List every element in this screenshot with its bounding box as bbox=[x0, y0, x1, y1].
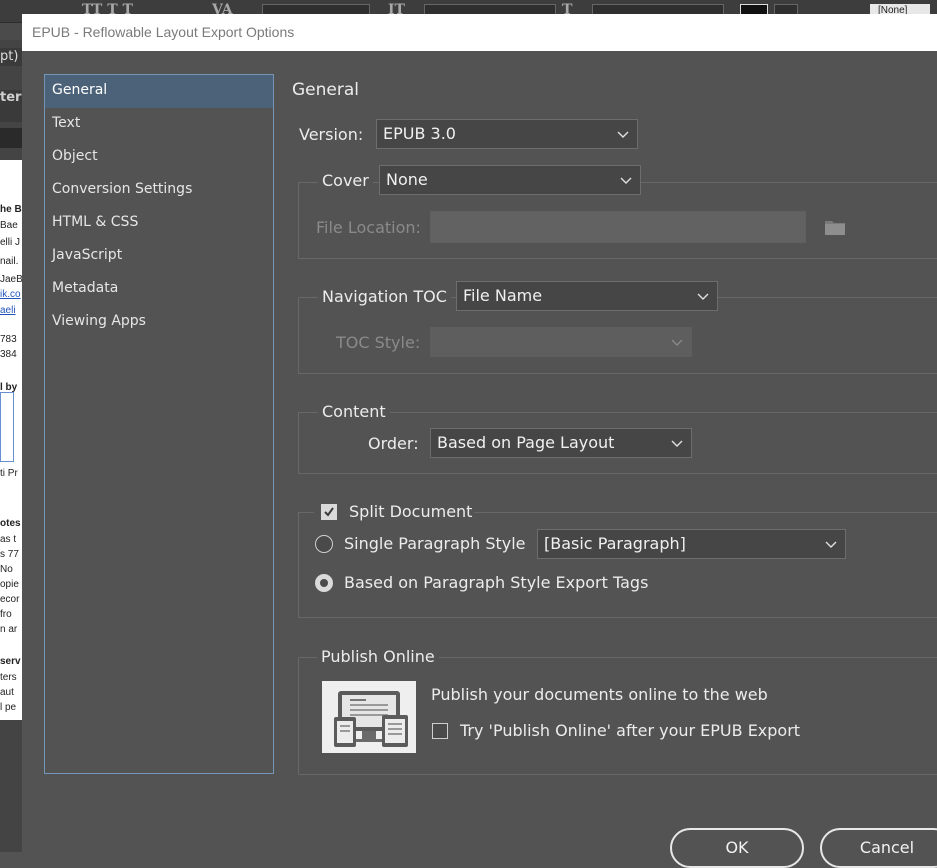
paragraph-style-dropdown[interactable]: [Basic Paragraph] bbox=[537, 529, 846, 559]
doc-image-frame bbox=[0, 392, 14, 462]
doc-text: n ar bbox=[0, 624, 18, 635]
single-paragraph-label: Single Paragraph Style bbox=[344, 534, 526, 553]
cancel-button[interactable]: Cancel bbox=[820, 828, 937, 868]
navigation-toc-label: Navigation TOC bbox=[318, 287, 451, 307]
dialog-title: EPUB - Reflowable Layout Export Options bbox=[32, 24, 295, 40]
chevron-down-icon bbox=[697, 290, 709, 302]
file-location-label: File Location: bbox=[316, 218, 421, 237]
navigation-toc-dropdown[interactable]: File Name bbox=[456, 281, 718, 311]
paragraph-style-value: [Basic Paragraph] bbox=[544, 534, 686, 553]
publish-devices-icon bbox=[322, 681, 416, 753]
doc-text: JaeB bbox=[0, 274, 22, 285]
doc-text: ecor bbox=[0, 594, 20, 605]
category-list: General Text Object Conversion Settings … bbox=[44, 74, 274, 774]
doc-text: fro bbox=[0, 609, 12, 620]
chevron-down-icon bbox=[620, 174, 632, 186]
toc-style-label: TOC Style: bbox=[336, 333, 421, 352]
chevron-down-icon bbox=[671, 336, 683, 348]
try-publish-online-checkbox[interactable] bbox=[432, 723, 448, 739]
nav-item-text[interactable]: Text bbox=[45, 108, 273, 141]
nav-item-object[interactable]: Object bbox=[45, 141, 273, 174]
version-value: EPUB 3.0 bbox=[383, 124, 456, 143]
split-document-label: Split Document bbox=[349, 502, 473, 521]
doc-text: No bbox=[0, 564, 13, 575]
nav-item-conversion-settings[interactable]: Conversion Settings bbox=[45, 174, 273, 207]
version-label: Version: bbox=[299, 125, 364, 144]
ok-button[interactable]: OK bbox=[670, 828, 804, 868]
nav-item-javascript[interactable]: JavaScript bbox=[45, 240, 273, 273]
doc-text: he B bbox=[0, 204, 22, 215]
doc-text: ti Pr bbox=[0, 468, 18, 479]
order-dropdown[interactable]: Based on Page Layout bbox=[430, 428, 692, 458]
nav-item-viewing-apps[interactable]: Viewing Apps bbox=[45, 306, 273, 339]
version-dropdown[interactable]: EPUB 3.0 bbox=[376, 119, 638, 149]
doc-text: Bae bbox=[0, 220, 18, 231]
doc-text: opie bbox=[0, 579, 19, 590]
nav-item-metadata[interactable]: Metadata bbox=[45, 273, 273, 306]
doc-link: aeli bbox=[0, 305, 16, 316]
toc-style-dropdown bbox=[430, 327, 692, 357]
chevron-down-icon bbox=[671, 437, 683, 449]
file-location-input bbox=[430, 211, 806, 243]
doc-text: 783 bbox=[0, 334, 17, 345]
doc-text: s 77 bbox=[0, 549, 19, 560]
publish-online-description: Publish your documents online to the web bbox=[431, 685, 768, 704]
content-title: Content bbox=[318, 402, 390, 422]
doc-text: as t bbox=[0, 534, 17, 545]
doc-text: serv bbox=[0, 656, 21, 667]
doc-text: ters bbox=[0, 672, 17, 683]
single-paragraph-radio[interactable] bbox=[315, 535, 333, 553]
split-document-group bbox=[298, 512, 937, 618]
nav-item-html-css[interactable]: HTML & CSS bbox=[45, 207, 273, 240]
chevron-down-icon bbox=[617, 128, 629, 140]
order-value: Based on Page Layout bbox=[437, 433, 615, 452]
folder-icon bbox=[824, 218, 846, 236]
doc-text: aut bbox=[0, 687, 14, 698]
try-publish-online-label: Try 'Publish Online' after your EPUB Exp… bbox=[460, 721, 801, 740]
doc-text: elli J bbox=[0, 237, 21, 248]
nav-item-general[interactable]: General bbox=[45, 75, 273, 108]
doc-text: nail. bbox=[0, 256, 19, 267]
dialog-titlebar[interactable]: EPUB - Reflowable Layout Export Options bbox=[22, 14, 937, 51]
panel-tab[interactable]: teri bbox=[0, 90, 22, 122]
split-document-checkbox[interactable] bbox=[321, 504, 337, 520]
doc-link: ik.co bbox=[0, 289, 21, 300]
cover-dropdown[interactable]: None bbox=[379, 165, 641, 195]
export-tags-label: Based on Paragraph Style Export Tags bbox=[344, 573, 649, 592]
epub-export-dialog: EPUB - Reflowable Layout Export Options … bbox=[22, 14, 937, 868]
document-page: he B Bae elli J nail. JaeB ik.co aeli 78… bbox=[0, 160, 22, 720]
panel-title: General bbox=[292, 80, 359, 100]
export-tags-radio[interactable] bbox=[315, 574, 333, 592]
chevron-down-icon bbox=[825, 538, 837, 550]
doc-text: 384 bbox=[0, 349, 17, 360]
publish-online-title: Publish Online bbox=[317, 647, 439, 667]
cover-value: None bbox=[386, 170, 428, 189]
cover-label: Cover bbox=[318, 171, 373, 191]
panel-tab-label: teri bbox=[0, 90, 22, 105]
doc-text: otes bbox=[0, 518, 21, 529]
check-icon bbox=[324, 507, 334, 517]
order-label: Order: bbox=[368, 434, 419, 453]
panel-label: pt) bbox=[0, 48, 22, 66]
panel-strip bbox=[0, 128, 22, 148]
navigation-toc-value: File Name bbox=[463, 286, 543, 305]
doc-text: l pe bbox=[0, 702, 17, 713]
